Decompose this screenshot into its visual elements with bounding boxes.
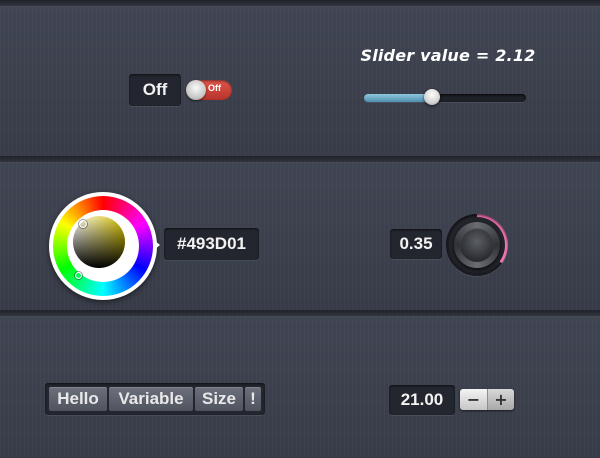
toggle-state-text: Off bbox=[208, 83, 221, 93]
toggle-value-label: Off bbox=[129, 74, 181, 106]
segment-hello: Hello bbox=[49, 387, 107, 411]
off-toggle-switch[interactable]: Off bbox=[186, 80, 232, 100]
segmented-label-bar: Hello Variable Size ! bbox=[45, 383, 265, 415]
value-stepper[interactable]: − + bbox=[460, 389, 514, 410]
knob-value-label: 0.35 bbox=[390, 229, 442, 259]
rotary-knob[interactable] bbox=[446, 214, 508, 276]
toggle-knob bbox=[186, 80, 206, 100]
color-wheel-picker[interactable] bbox=[49, 192, 157, 300]
stepper-minus-button[interactable]: − bbox=[460, 389, 487, 410]
panel-toggle-slider bbox=[0, 6, 600, 156]
slider-thumb[interactable] bbox=[424, 89, 441, 105]
picker-pointer-icon bbox=[154, 240, 160, 250]
segment-variable: Variable bbox=[109, 387, 193, 411]
stepper-plus-button[interactable]: + bbox=[487, 389, 514, 410]
color-marker[interactable] bbox=[79, 220, 87, 228]
hue-marker[interactable] bbox=[75, 272, 82, 279]
segment-exclamation: ! bbox=[245, 387, 261, 411]
hex-color-label: #493D01 bbox=[164, 228, 259, 260]
slider-track[interactable] bbox=[364, 89, 526, 105]
slider-fill bbox=[364, 94, 433, 102]
app-canvas: Off Off Slider value = 2.12 #493D01 0.35… bbox=[0, 0, 600, 458]
stepper-value-label: 21.00 bbox=[389, 385, 455, 415]
knob-top bbox=[460, 228, 494, 262]
segment-size: Size bbox=[195, 387, 243, 411]
slider-value-title: Slider value = 2.12 bbox=[360, 46, 536, 65]
